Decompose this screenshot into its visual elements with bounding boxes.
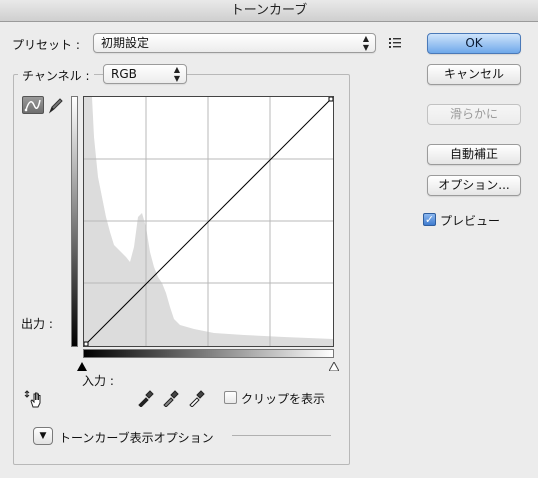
auto-button[interactable]: 自動補正 [427,144,521,165]
select-arrows-icon: ▲ ▼ [362,34,369,52]
hand-adjust-icon[interactable] [24,389,46,409]
curve-endpoint-black [84,341,89,346]
clipping-label: クリップを表示 [241,392,326,406]
curve-point-icon[interactable] [22,96,44,114]
eyedropper-gray-icon[interactable] [162,389,180,408]
eyedropper-white-icon[interactable] [188,389,206,408]
window-title: トーンカーブ [0,0,538,22]
white-point-slider[interactable] [328,360,340,374]
output-label: 出力 : [21,317,53,331]
options-button[interactable]: オプション... [427,175,521,196]
preview-checkbox[interactable]: ✓ [423,213,436,226]
preset-label: プリセット : [12,38,80,52]
options-divider [232,435,331,436]
clipping-checkbox[interactable] [224,391,237,404]
curve-graph[interactable] [83,96,334,347]
ok-button[interactable]: OK [427,33,521,54]
channel-value: RGB [111,67,137,81]
preset-options-icon[interactable] [388,36,402,50]
eyedropper-black-icon[interactable] [137,389,155,408]
smooth-button[interactable]: 滑らかに [427,104,521,125]
curve-endpoint-white [328,97,333,102]
preview-label: プレビュー [440,214,501,228]
preset-value: 初期設定 [101,36,150,50]
display-options-label[interactable]: トーンカーブ表示オプション [59,429,214,446]
disclosure-triangle-icon[interactable]: ▼ [33,427,53,445]
input-label: 入力 : [82,374,114,388]
output-gradient-bar [71,96,78,347]
channel-select[interactable]: RGB ▲ ▼ [103,64,187,84]
input-gradient-bar [83,349,334,358]
pencil-icon[interactable] [48,96,64,114]
curve-graph-svg [84,97,333,346]
cancel-button[interactable]: キャンセル [427,64,521,85]
select-arrows-icon: ▲ ▼ [173,65,180,83]
preset-select[interactable]: 初期設定 ▲ ▼ [93,33,376,53]
channel-label: チャンネル : [18,67,94,84]
